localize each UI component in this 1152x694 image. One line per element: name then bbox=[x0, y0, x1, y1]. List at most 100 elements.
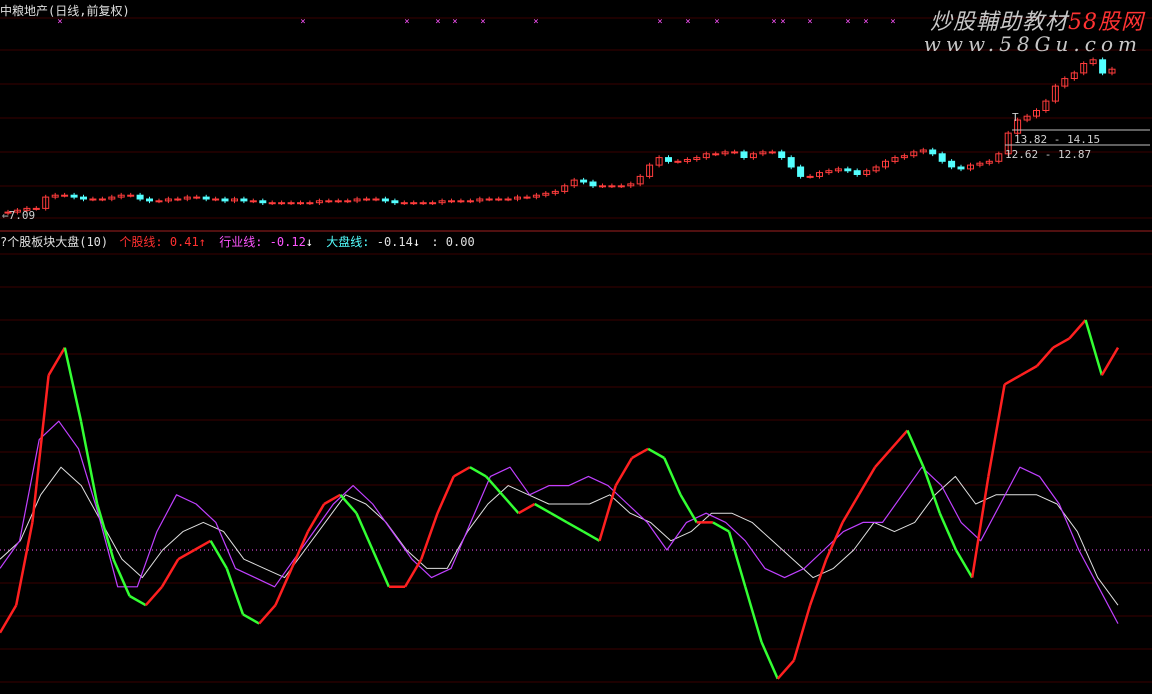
candle-body bbox=[665, 157, 672, 162]
stock-line-segment bbox=[193, 539, 212, 552]
legend-market-label: 大盘线: bbox=[326, 235, 370, 249]
signal-marker-icon: × bbox=[300, 17, 305, 27]
candle-body bbox=[599, 185, 606, 188]
stock-line-segment bbox=[550, 512, 568, 524]
stock-line-segment bbox=[96, 503, 115, 560]
stock-line-segment bbox=[582, 530, 601, 542]
chart-canvas[interactable]: × × × × × × × × × × × × × × × × bbox=[0, 0, 1152, 694]
stock-line-segment bbox=[14, 522, 34, 606]
candle-body bbox=[787, 157, 795, 168]
candle-body bbox=[174, 198, 182, 201]
price-range-upper-label: 13.82 - 14.15 bbox=[1014, 133, 1101, 146]
stock-line-segment bbox=[209, 540, 228, 570]
candle-body bbox=[259, 200, 267, 204]
signal-marker-icon: × bbox=[404, 17, 409, 27]
candle-body bbox=[306, 202, 314, 205]
stock-line-segment bbox=[906, 429, 925, 468]
stock-line-segment bbox=[339, 493, 358, 515]
stock-line-segment bbox=[177, 548, 196, 561]
signal-marker-icon: × bbox=[863, 17, 868, 27]
stock-line-segment bbox=[47, 346, 66, 376]
candle-body bbox=[768, 151, 776, 154]
signal-marker-icon: × bbox=[657, 17, 662, 27]
stock-line-segment bbox=[225, 567, 245, 615]
signal-marker-icon: × bbox=[435, 17, 440, 27]
stock-line-segment bbox=[1003, 374, 1022, 386]
candle-body bbox=[731, 151, 739, 154]
candle-body bbox=[325, 200, 333, 203]
stock-line-segment bbox=[760, 641, 779, 680]
indicator-legend: ?个股板块大盘(10) 个股线: 0.41↑ 行业线: -0.12↓ 大盘线: … bbox=[0, 233, 475, 250]
candle-body bbox=[98, 198, 106, 201]
stock-line-segment bbox=[485, 475, 504, 496]
candle-body bbox=[80, 196, 87, 200]
candle-body bbox=[297, 202, 304, 205]
peak-marker: T bbox=[1012, 111, 1019, 124]
candle-body bbox=[70, 194, 78, 198]
low-price-label: ⇐7.09 bbox=[2, 209, 36, 222]
stock-line-segment bbox=[1084, 319, 1103, 376]
signal-marker-icon: × bbox=[452, 17, 457, 27]
stock-line-segment bbox=[1052, 337, 1071, 349]
signal-marker-icon: × bbox=[780, 17, 785, 27]
candle-body bbox=[929, 149, 937, 155]
candle-body bbox=[778, 151, 786, 158]
legend-sector-label: 行业线: bbox=[219, 235, 263, 249]
stock-line-segment bbox=[614, 457, 633, 487]
candle-body bbox=[523, 196, 531, 199]
candle-body bbox=[448, 200, 455, 203]
stock-line-segment bbox=[970, 476, 990, 578]
candle-body bbox=[948, 160, 956, 168]
stock-line-segment bbox=[63, 347, 83, 422]
candle-body bbox=[89, 198, 97, 201]
indicator-title: ?个股板块大盘(10) bbox=[0, 235, 109, 249]
candle-body bbox=[146, 198, 153, 202]
signal-marker-icon: × bbox=[890, 17, 895, 27]
arrow-up-icon: ↑ bbox=[198, 235, 206, 249]
legend-sector-value: -0.12 bbox=[269, 235, 306, 249]
legend-stock-label: 个股线: bbox=[119, 235, 163, 249]
stock-line-segment bbox=[727, 531, 747, 588]
candle-body bbox=[334, 200, 342, 203]
stock-line-segment bbox=[631, 447, 649, 460]
candle-body bbox=[674, 160, 682, 163]
signal-marker-icon: × bbox=[480, 17, 485, 27]
stock-line-segment bbox=[534, 502, 552, 515]
candle-body bbox=[363, 198, 371, 201]
stock-line-segment bbox=[890, 429, 909, 450]
candle-body bbox=[381, 198, 389, 202]
candle-body bbox=[466, 200, 474, 203]
stock-line-segment bbox=[792, 604, 812, 661]
stock-line-segment bbox=[663, 457, 682, 496]
candle-body bbox=[240, 198, 248, 202]
arrow-down-icon: ↓ bbox=[305, 235, 314, 249]
stock-line-segment bbox=[501, 493, 520, 515]
stock-line-segment bbox=[679, 494, 698, 524]
stock-line-segment bbox=[1100, 346, 1120, 376]
stock-line-segment bbox=[355, 512, 374, 551]
stock-line-segment bbox=[258, 604, 277, 625]
signal-marker-icon: × bbox=[685, 17, 690, 27]
candle-body bbox=[740, 151, 748, 158]
stock-line-segment bbox=[938, 512, 958, 551]
candle-body bbox=[957, 166, 965, 170]
stock-line-segment bbox=[436, 475, 455, 514]
candle-body bbox=[485, 198, 493, 201]
candle-body bbox=[212, 198, 220, 201]
candle-body bbox=[844, 168, 852, 172]
candle-body bbox=[410, 202, 418, 205]
candle-body bbox=[419, 202, 427, 205]
stock-line-segment bbox=[371, 549, 391, 588]
candle-body bbox=[853, 170, 861, 175]
signal-marker-icon: × bbox=[845, 17, 850, 27]
stock-line-segment bbox=[1020, 364, 1038, 377]
signal-marker-icon: × bbox=[807, 17, 812, 27]
signal-marker-icon: × bbox=[533, 17, 538, 27]
stock-line-segment bbox=[598, 485, 617, 542]
candle-body bbox=[495, 198, 503, 201]
price-range-lower-label: 12.62 - 12.87 bbox=[1005, 148, 1092, 161]
stock-line-segment bbox=[420, 512, 439, 560]
candle-body bbox=[938, 153, 946, 162]
candle-body bbox=[608, 185, 616, 188]
legend-extra-value: : 0.00 bbox=[431, 235, 475, 249]
